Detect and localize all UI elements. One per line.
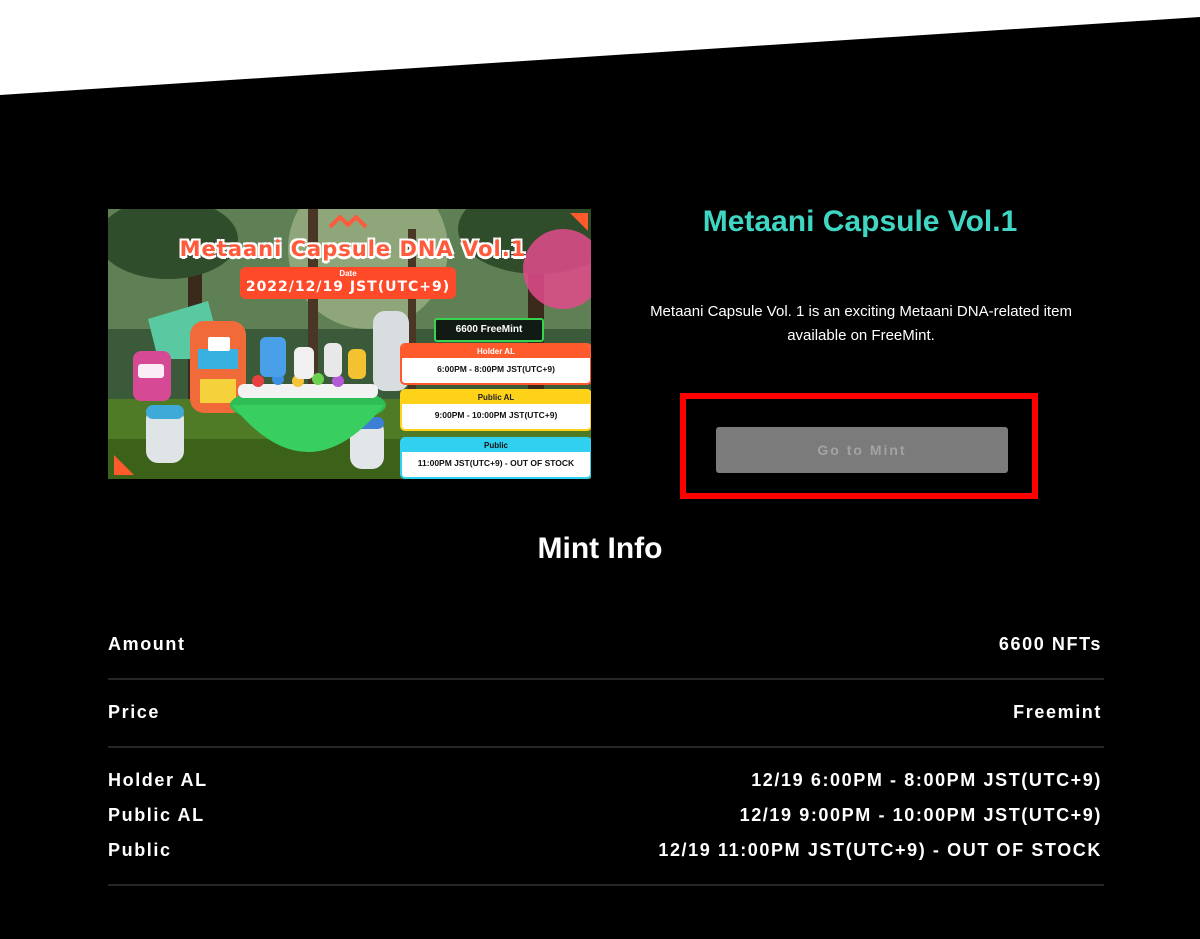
banner-slot-name: Holder AL	[402, 345, 590, 358]
amount-row: Amount 6600 NFTs	[108, 634, 1102, 658]
schedule-row-holder-al: Holder AL 12/19 6:00PM - 8:00PM JST(UTC+…	[108, 770, 1102, 794]
mint-info-title: Mint Info	[537, 532, 663, 565]
amount-value: 6600 NFTs	[998, 634, 1102, 654]
banner-title: Metaani Capsule DNA Vol.1	[179, 237, 527, 261]
banner-slot-time: 6:00PM - 8:00PM JST(UTC+9)	[437, 364, 555, 374]
schedule-label: Holder AL	[108, 770, 208, 790]
banner-freemint-badge: 6600 FreeMint	[434, 318, 544, 342]
banner-date-value: 2022/12/19 JST(UTC+9)	[245, 279, 451, 295]
schedule-row-public: Public 12/19 11:00PM JST(UTC+9) - OUT OF…	[108, 840, 1102, 864]
price-row: Price Freemint	[108, 702, 1102, 726]
schedule-value: 12/19 9:00PM - 10:00PM JST(UTC+9)	[739, 805, 1102, 825]
divider	[108, 884, 1104, 886]
banner-slot-name: Public	[402, 439, 590, 452]
schedule-row-public-al: Public AL 12/19 9:00PM - 10:00PM JST(UTC…	[108, 805, 1102, 829]
banner-date-box: Date 2022/12/19 JST(UTC+9)	[240, 267, 456, 299]
schedule-label: Public	[108, 840, 172, 860]
banner-slot-holder-al: Holder AL 6:00PM - 8:00PM JST(UTC+9)	[400, 343, 591, 385]
item-description: Metaani Capsule Vol. 1 is an exciting Me…	[650, 303, 1072, 344]
banner-slot-public: Public 11:00PM JST(UTC+9) - OUT OF STOCK	[400, 437, 591, 479]
banner-slot-public-al: Public AL 9:00PM - 10:00PM JST(UTC+9)	[400, 389, 591, 431]
banner-slot-time: 9:00PM - 10:00PM JST(UTC+9)	[434, 410, 558, 420]
schedule-label: Public AL	[108, 805, 205, 825]
page: Metaani Capsule DNA Vol.1 Date 2022/12/1…	[0, 0, 1200, 939]
banner-slot-name: Public AL	[402, 391, 590, 404]
top-white-band	[0, 0, 1200, 95]
banner-date-label: Date	[339, 269, 357, 278]
amount-label: Amount	[108, 634, 186, 654]
price-label: Price	[108, 702, 161, 722]
schedule-value: 12/19 11:00PM JST(UTC+9) - OUT OF STOCK	[658, 840, 1102, 860]
price-value: Freemint	[1013, 702, 1102, 722]
divider	[108, 746, 1104, 748]
capsule-banner-image: Metaani Capsule DNA Vol.1 Date 2022/12/1…	[108, 209, 591, 479]
item-title: Metaani Capsule Vol.1	[702, 205, 1018, 238]
banner-slot-time: 11:00PM JST(UTC+9) - OUT OF STOCK	[417, 458, 575, 468]
divider	[108, 678, 1104, 680]
go-to-mint-button[interactable]: Go to Mint	[716, 427, 1008, 473]
schedule-value: 12/19 6:00PM - 8:00PM JST(UTC+9)	[751, 770, 1102, 790]
